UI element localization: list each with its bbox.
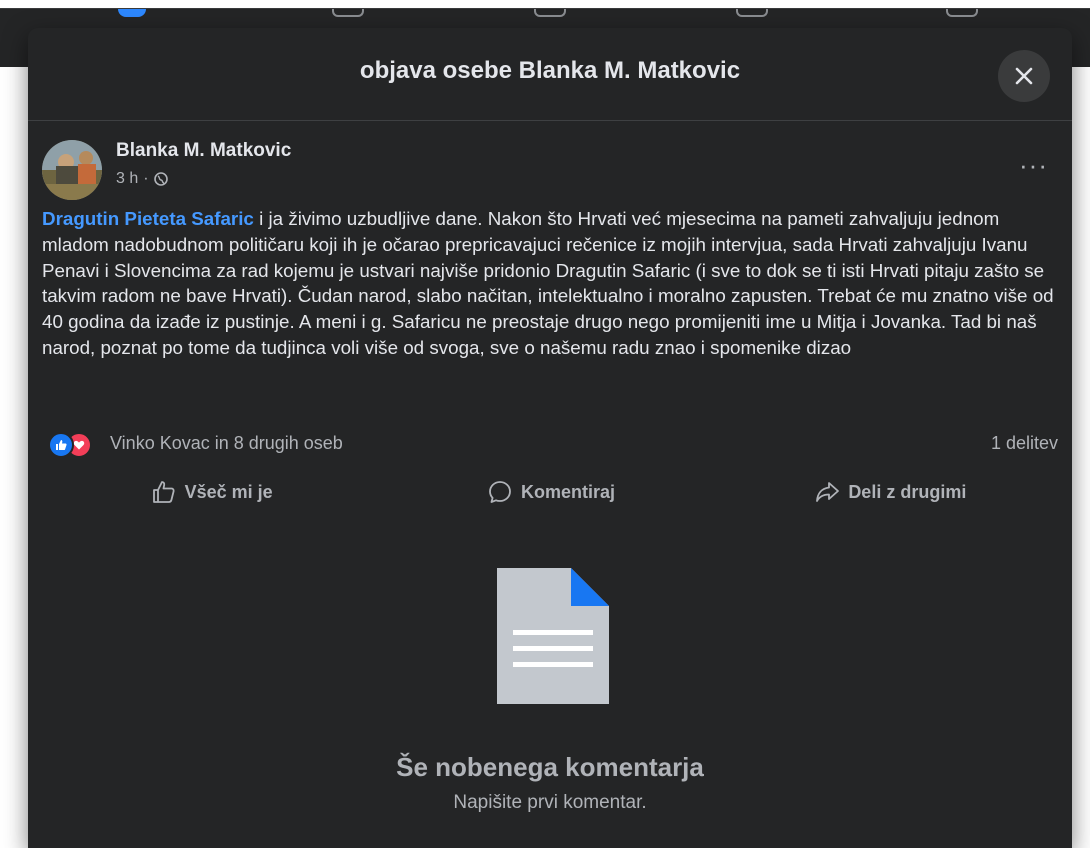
close-button[interactable] (998, 50, 1050, 102)
comment-button[interactable]: Komentiraj (381, 468, 720, 516)
empty-comments-subtitle: Napišite prvi komentar. (453, 792, 647, 813)
groups-tab-icon[interactable] (736, 9, 768, 17)
reactions-text[interactable]: Vinko Kovac in 8 drugih oseb (110, 433, 343, 454)
like-label: Všeč mi je (184, 481, 273, 502)
post-body: Dragutin Pieteta Safaric i ja živimo uzb… (42, 206, 1060, 414)
watch-tab-icon[interactable] (534, 9, 566, 17)
dialog-header: objava osebe Blanka M. Matkovic (28, 28, 1072, 121)
avatar[interactable] (42, 140, 102, 200)
close-icon (1015, 67, 1033, 85)
more-options-button[interactable]: ··· (1019, 152, 1048, 178)
mention-link[interactable]: Dragutin Pieteta Safaric (42, 208, 254, 229)
meta-separator: · (143, 170, 149, 187)
comment-label: Komentiraj (520, 481, 615, 502)
post-author-name[interactable]: Blanka M. Matkovic (116, 140, 291, 162)
share-label: Deli z drugimi (848, 481, 967, 502)
post-meta: 3 h · (116, 170, 168, 188)
share-button[interactable]: Deli z drugimi (721, 468, 1060, 516)
like-button[interactable]: Všeč mi je (42, 468, 381, 516)
comment-icon (489, 481, 511, 503)
reaction-icons[interactable] (48, 432, 108, 458)
reactions-summary: Vinko Kovac in 8 drugih oseb 1 delitev (48, 430, 1058, 458)
thumbs-up-icon (152, 481, 175, 503)
dialog-title: objava osebe Blanka M. Matkovic (359, 57, 741, 84)
gaming-tab-icon[interactable] (946, 9, 978, 17)
document-icon (497, 568, 609, 704)
home-tab-icon[interactable] (118, 9, 146, 17)
post-timestamp[interactable]: 3 h (116, 170, 138, 188)
share-count[interactable]: 1 delitev (991, 433, 1058, 454)
post-dialog: objava osebe Blanka M. Matkovic Blanka M… (28, 28, 1072, 848)
post-header: Blanka M. Matkovic 3 h · ··· (42, 136, 1052, 200)
share-icon (816, 482, 840, 502)
more-icon: ··· (1019, 150, 1048, 180)
globe-icon (153, 172, 168, 186)
post-text: i ja živimo uzbudljive dane. Nakon što H… (42, 208, 1054, 358)
friends-tab-icon[interactable] (332, 9, 364, 17)
like-icon (48, 432, 74, 458)
empty-comments-title: Še nobenega komentarja (396, 752, 704, 782)
post-actions: Všeč mi je Komentiraj Deli z drugimi (42, 468, 1060, 516)
